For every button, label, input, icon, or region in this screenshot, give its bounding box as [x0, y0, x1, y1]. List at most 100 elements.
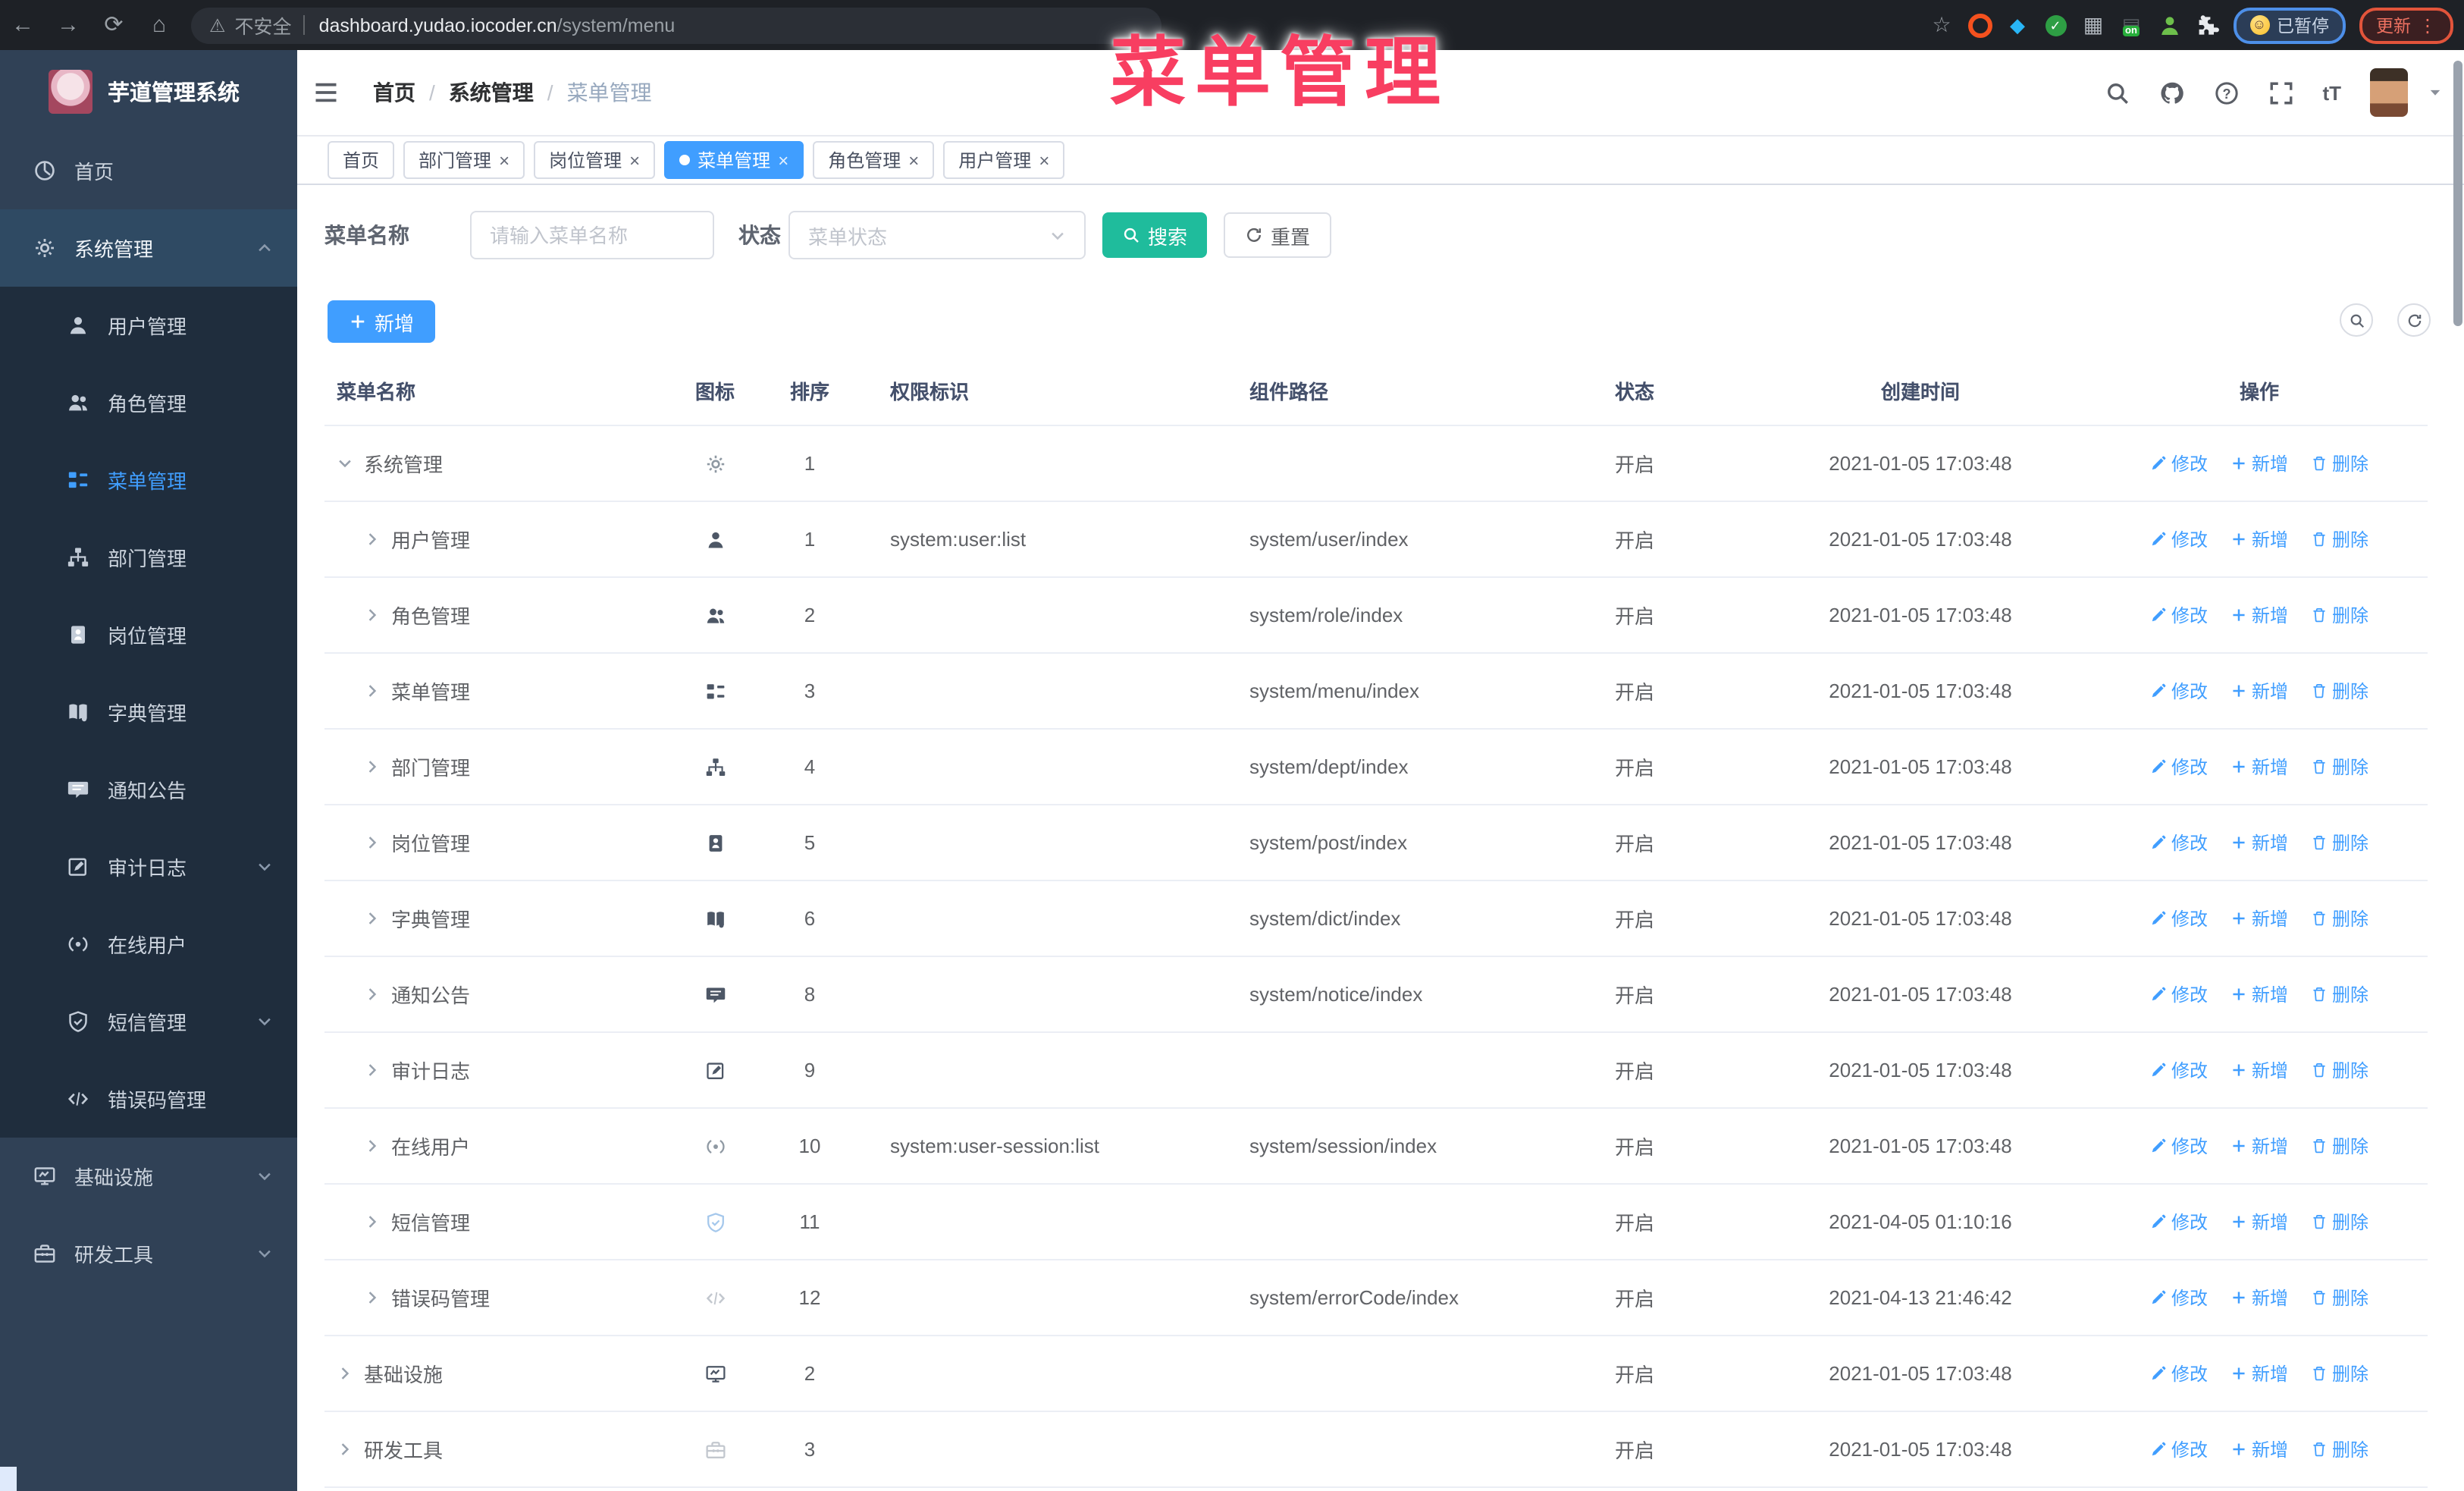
edit-action[interactable]: 修改 — [2150, 1436, 2208, 1462]
edit-action[interactable]: 修改 — [2150, 602, 2208, 628]
expand-closed-icon[interactable] — [364, 683, 381, 699]
extension-orange-icon[interactable] — [1967, 13, 1992, 37]
sidebar-item-dept[interactable]: 部门管理 — [0, 519, 297, 596]
add-action[interactable]: 新增 — [2230, 906, 2288, 931]
edit-action[interactable]: 修改 — [2150, 1057, 2208, 1083]
edit-action[interactable]: 修改 — [2150, 830, 2208, 855]
github-icon[interactable] — [2158, 80, 2184, 105]
delete-action[interactable]: 删除 — [2311, 906, 2368, 931]
edit-action[interactable]: 修改 — [2150, 1361, 2208, 1386]
delete-action[interactable]: 删除 — [2311, 981, 2368, 1007]
user-avatar[interactable] — [2370, 68, 2408, 117]
expand-closed-icon[interactable] — [364, 986, 381, 1003]
delete-action[interactable]: 删除 — [2311, 526, 2368, 552]
menu-name-input[interactable] — [470, 211, 714, 259]
expand-closed-icon[interactable] — [364, 1138, 381, 1154]
close-icon[interactable]: × — [1039, 151, 1049, 169]
home-icon[interactable]: ⌂ — [136, 0, 182, 50]
add-action[interactable]: 新增 — [2230, 678, 2288, 704]
delete-action[interactable]: 删除 — [2311, 754, 2368, 780]
add-action[interactable]: 新增 — [2230, 450, 2288, 476]
edit-action[interactable]: 修改 — [2150, 1133, 2208, 1159]
tab-部门管理[interactable]: 部门管理 × — [403, 141, 525, 179]
tab-角色管理[interactable]: 角色管理 × — [813, 141, 935, 179]
browser-menu-icon[interactable]: ⋮ — [2419, 14, 2437, 36]
delete-action[interactable]: 删除 — [2311, 1209, 2368, 1235]
delete-action[interactable]: 删除 — [2311, 1057, 2368, 1083]
extension-user-icon[interactable] — [2157, 13, 2181, 37]
expand-closed-icon[interactable] — [364, 1289, 381, 1306]
edit-action[interactable]: 修改 — [2150, 906, 2208, 931]
edit-action[interactable]: 修改 — [2150, 526, 2208, 552]
close-icon[interactable]: × — [778, 151, 788, 169]
expand-closed-icon[interactable] — [364, 834, 381, 851]
delete-action[interactable]: 删除 — [2311, 678, 2368, 704]
add-action[interactable]: 新增 — [2230, 1436, 2288, 1462]
edit-action[interactable]: 修改 — [2150, 678, 2208, 704]
sidebar-item-audit[interactable]: 审计日志 — [0, 828, 297, 906]
address-bar[interactable]: ⚠ 不安全 dashboard.yudao.iocoder.cn/system/… — [191, 7, 1161, 43]
add-action[interactable]: 新增 — [2230, 754, 2288, 780]
sidebar-item-sms[interactable]: 短信管理 — [0, 983, 297, 1060]
page-scrollbar[interactable] — [2453, 61, 2462, 326]
profile-paused-button[interactable]: ☺ 已暂停 — [2233, 7, 2346, 43]
tab-岗位管理[interactable]: 岗位管理 × — [534, 141, 656, 179]
extension-check-icon[interactable]: ✓ — [2043, 13, 2067, 37]
forward-icon[interactable]: → — [45, 0, 91, 50]
sidebar-item-post[interactable]: 岗位管理 — [0, 596, 297, 673]
tab-首页[interactable]: 首页 — [328, 141, 395, 179]
close-icon[interactable]: × — [908, 151, 919, 169]
edit-action[interactable]: 修改 — [2150, 754, 2208, 780]
sidebar-item-home[interactable]: 首页 — [0, 132, 297, 209]
delete-action[interactable]: 删除 — [2311, 1133, 2368, 1159]
search-icon[interactable] — [2104, 80, 2130, 105]
add-action[interactable]: 新增 — [2230, 1057, 2288, 1083]
delete-action[interactable]: 删除 — [2311, 1436, 2368, 1462]
bookmark-star-icon[interactable]: ☆ — [1930, 12, 1954, 37]
expand-closed-icon[interactable] — [364, 1213, 381, 1230]
expand-closed-icon[interactable] — [364, 910, 381, 927]
sidebar-fold-icon[interactable] — [312, 79, 340, 106]
browser-update-button[interactable]: 更新 ⋮ — [2359, 7, 2453, 43]
search-button[interactable]: 搜索 — [1102, 212, 1207, 258]
extension-gem-icon[interactable]: ◆ — [2005, 13, 2030, 37]
sidebar-logo[interactable]: 芋道管理系统 — [0, 50, 297, 132]
extension-vpn-icon[interactable]: ▤ on — [2119, 13, 2143, 37]
add-action[interactable]: 新增 — [2230, 602, 2288, 628]
back-icon[interactable]: ← — [0, 0, 45, 50]
tab-菜单管理[interactable]: 菜单管理 × — [664, 141, 804, 179]
help-icon[interactable]: ? — [2213, 80, 2239, 105]
delete-action[interactable]: 删除 — [2311, 830, 2368, 855]
expand-closed-icon[interactable] — [337, 1365, 353, 1382]
tab-用户管理[interactable]: 用户管理 × — [943, 141, 1065, 179]
sidebar-item-errcode[interactable]: 错误码管理 — [0, 1060, 297, 1138]
sidebar-item-infra[interactable]: 基础设施 — [0, 1138, 297, 1215]
edit-action[interactable]: 修改 — [2150, 1209, 2208, 1235]
breadcrumb-home[interactable]: 首页 — [373, 77, 415, 108]
reset-button[interactable]: 重置 — [1224, 212, 1331, 258]
sidebar-item-user[interactable]: 用户管理 — [0, 287, 297, 364]
delete-action[interactable]: 删除 — [2311, 602, 2368, 628]
add-action[interactable]: 新增 — [2230, 830, 2288, 855]
refresh-table-button[interactable] — [2397, 303, 2431, 337]
expand-closed-icon[interactable] — [364, 1062, 381, 1078]
fullscreen-icon[interactable] — [2268, 80, 2293, 105]
delete-action[interactable]: 删除 — [2311, 1361, 2368, 1386]
expand-open-icon[interactable] — [337, 455, 353, 472]
sidebar-item-tools[interactable]: 研发工具 — [0, 1215, 297, 1292]
edit-action[interactable]: 修改 — [2150, 1285, 2208, 1311]
font-size-icon[interactable]: tT — [2322, 81, 2341, 104]
sidebar-item-dict[interactable]: 字典管理 — [0, 673, 297, 751]
expand-closed-icon[interactable] — [364, 531, 381, 548]
sidebar-item-online[interactable]: 在线用户 — [0, 906, 297, 983]
close-icon[interactable]: × — [499, 151, 509, 169]
status-select[interactable]: 菜单状态 — [788, 211, 1086, 259]
extensions-puzzle-icon[interactable] — [2195, 13, 2219, 37]
breadcrumb-system[interactable]: 系统管理 — [449, 77, 534, 108]
add-action[interactable]: 新增 — [2230, 981, 2288, 1007]
add-action[interactable]: 新增 — [2230, 1285, 2288, 1311]
expand-closed-icon[interactable] — [364, 607, 381, 623]
delete-action[interactable]: 删除 — [2311, 1285, 2368, 1311]
delete-action[interactable]: 删除 — [2311, 450, 2368, 476]
add-action[interactable]: 新增 — [2230, 1209, 2288, 1235]
